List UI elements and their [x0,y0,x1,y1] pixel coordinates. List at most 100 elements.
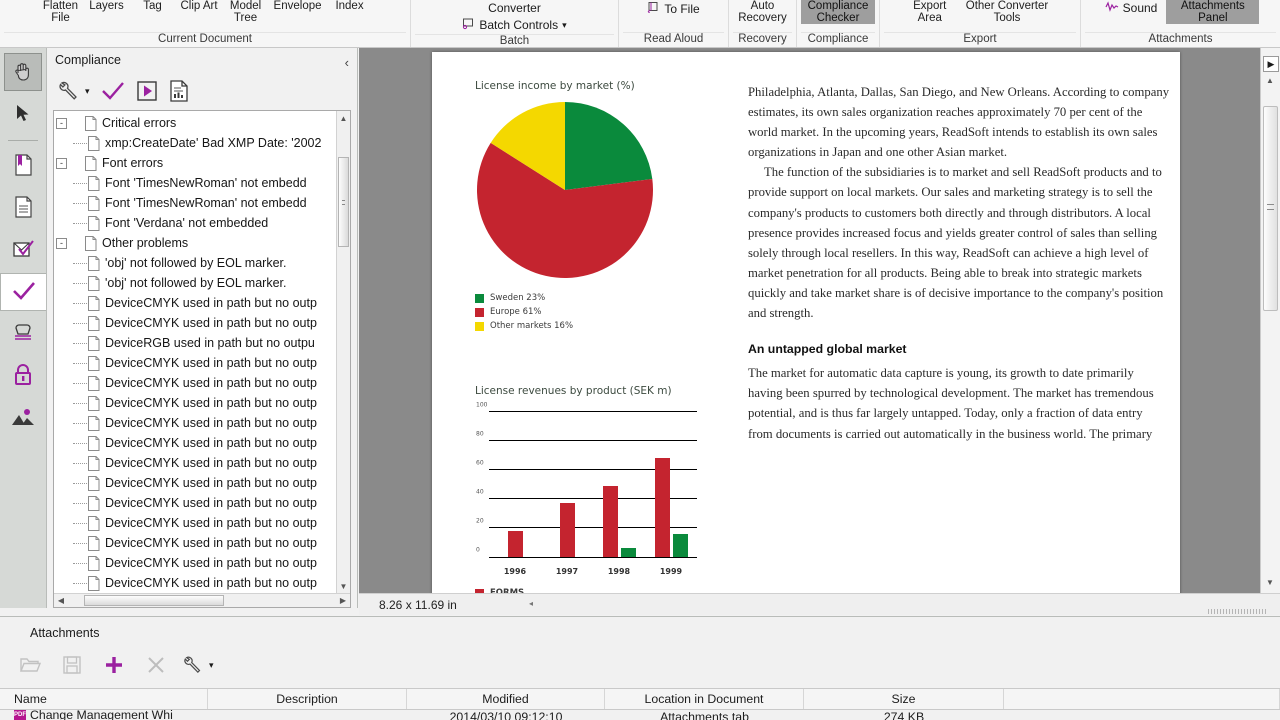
save-attachment-button[interactable] [56,650,88,680]
compliance-settings-button[interactable]: ▾ [57,79,90,103]
document-vertical-scrollbar[interactable]: ▶ ▲ ▼ [1260,48,1280,593]
tree-expander-icon[interactable]: - [56,118,67,129]
tree-group[interactable]: -Critical errors [56,113,336,133]
tree-item[interactable]: DeviceCMYK used in path but no outp [56,453,336,473]
tool-compliance[interactable] [0,273,46,311]
tree-expander-icon[interactable]: - [56,158,67,169]
tool-security[interactable] [4,357,42,395]
scroll-left-icon[interactable]: ◀ [54,594,68,607]
tree-item[interactable]: DeviceCMYK used in path but no outp [56,553,336,573]
ribbon-button-label: Compliance Checker [808,0,869,24]
y-axis-tick-label: 20 [476,518,484,525]
ribbon-button-attachments-panel[interactable]: Attachments Panel [1166,0,1259,24]
tree-item[interactable]: Font 'TimesNewRoman' not embedd [56,193,336,213]
next-page-button[interactable]: ▶ [1263,56,1279,72]
compliance-run-fix-button[interactable] [136,80,158,102]
tree-item[interactable]: Font 'Verdana' not embedded [56,213,336,233]
tree-item[interactable]: DeviceCMYK used in path but no outp [56,313,336,333]
scroll-down-icon[interactable]: ▼ [1266,578,1274,587]
tree-group[interactable]: -Other problems [56,233,336,253]
tree-item[interactable]: DeviceCMYK used in path but no outp [56,433,336,453]
column-header-modified[interactable]: Modified [407,689,605,709]
ribbon-button-model-tree[interactable]: Model Tree [224,0,268,24]
ribbon-button-auto-recovery[interactable]: Auto Recovery [734,0,791,24]
status-collapse-icon[interactable]: ◂ [529,599,533,608]
ribbon-button-sound[interactable]: Sound [1102,0,1161,16]
ribbon-button-index[interactable]: Index [328,0,372,12]
tree-item[interactable]: DeviceCMYK used in path but no outp [56,473,336,493]
chevron-down-icon[interactable]: ▾ [562,20,567,31]
ribbon-group-title: Export [884,32,1076,47]
ribbon-button-to-file[interactable]: To File [644,0,702,18]
tree-expander-icon[interactable]: - [56,238,67,249]
tree-group[interactable]: -Font errors [56,153,336,173]
column-header-description[interactable]: Description [208,689,407,709]
ribbon-button-tag[interactable]: Tag [130,0,174,12]
ribbon-button-batch-controls[interactable]: Batch Controls ▾ [459,16,569,34]
tool-hand[interactable] [4,53,42,91]
compliance-run-check-button[interactable] [100,79,126,103]
resize-grip[interactable] [1208,609,1268,614]
ribbon-button-export-area[interactable]: Export Area [908,0,952,24]
collapse-panel-icon[interactable]: ‹ [345,51,349,75]
ribbon-button-other-converter-tools[interactable]: Other Converter Tools [962,0,1052,24]
tool-select[interactable] [4,95,42,133]
document-page-icon [88,276,100,291]
ribbon-button-converter[interactable]: Converter [485,0,544,16]
tree-item[interactable]: DeviceRGB used in path but no outpu [56,333,336,353]
tree-item[interactable]: DeviceCMYK used in path but no outp [56,293,336,313]
add-attachment-button[interactable] [98,650,130,680]
attachment-settings-button[interactable]: ▾ [182,650,226,680]
tree-vertical-scrollbar[interactable]: ▲ ▼ [336,111,350,593]
tree-item[interactable]: DeviceCMYK used in path but no outp [56,533,336,553]
legend-item: FORMS [475,586,712,593]
tree-item[interactable]: 'obj' not followed by EOL marker. [56,253,336,273]
chevron-down-icon[interactable]: ▾ [85,86,90,97]
chevron-down-icon[interactable]: ▾ [209,660,214,671]
document-page-icon [88,136,100,151]
tool-images[interactable] [4,399,42,437]
document-page-icon [88,456,100,471]
tree-item[interactable]: DeviceCMYK used in path but no outp [56,393,336,413]
tree-item[interactable]: DeviceCMYK used in path but no outp [56,413,336,433]
scroll-up-icon[interactable]: ▲ [337,111,350,125]
scroll-up-icon[interactable]: ▲ [1266,76,1274,85]
column-header-name[interactable]: Name [0,689,208,709]
tree-horizontal-scrollbar[interactable]: ◀ ▶ [54,593,350,607]
toolbar-divider [8,140,38,141]
tree-item[interactable]: DeviceCMYK used in path but no outp [56,513,336,533]
ribbon-group-batch: Converter Batch Controls ▾ Batch [411,0,619,47]
column-header-size[interactable]: Size [804,689,1004,709]
tree-item[interactable]: DeviceCMYK used in path but no outp [56,373,336,393]
ribbon-button-compliance-checker[interactable]: Compliance Checker [801,0,875,24]
ribbon-group-title: Batch [415,34,614,48]
tree-item[interactable]: DeviceCMYK used in path but no outp [56,493,336,513]
compliance-tree[interactable]: -Critical errorsxmp:CreateDate' Bad XMP … [54,111,336,593]
ribbon-button-layers[interactable]: Layers [84,0,128,12]
status-bar: 8.26 x 11.69 in ◂ [359,593,1280,615]
scrollbar-thumb[interactable] [1263,106,1278,311]
tree-item[interactable]: Font 'TimesNewRoman' not embedd [56,173,336,193]
scroll-down-icon[interactable]: ▼ [337,579,350,593]
tree-item[interactable]: xmp:CreateDate' Bad XMP Date: '2002 [56,133,336,153]
tool-stamp[interactable] [4,315,42,353]
ribbon-button-flatten-file[interactable]: Flatten File [38,0,82,24]
column-header-location[interactable]: Location in Document [605,689,804,709]
scrollbar-thumb-horizontal[interactable] [84,595,224,606]
tree-item-label: DeviceRGB used in path but no outpu [105,336,315,350]
ribbon-button-envelope[interactable]: Envelope [270,0,326,12]
table-row[interactable]: PDF Change Management Whi 2014/03/10 09:… [0,710,1280,720]
tool-comments[interactable] [4,231,42,269]
open-attachment-button[interactable] [14,650,46,680]
tree-item[interactable]: DeviceCMYK used in path but no outp [56,573,336,593]
compliance-report-button[interactable] [168,79,190,103]
tree-item[interactable]: 'obj' not followed by EOL marker. [56,273,336,293]
scroll-right-icon[interactable]: ▶ [336,594,350,607]
ribbon-button-clip-art[interactable]: Clip Art [176,0,221,12]
tool-pages[interactable] [4,189,42,227]
delete-attachment-button[interactable] [140,650,172,680]
scrollbar-thumb[interactable] [338,157,349,247]
document-viewer[interactable]: License income by market (%) Sweden 23%E… [359,48,1280,593]
tree-item[interactable]: DeviceCMYK used in path but no outp [56,353,336,373]
tool-bookmarks[interactable] [4,147,42,185]
